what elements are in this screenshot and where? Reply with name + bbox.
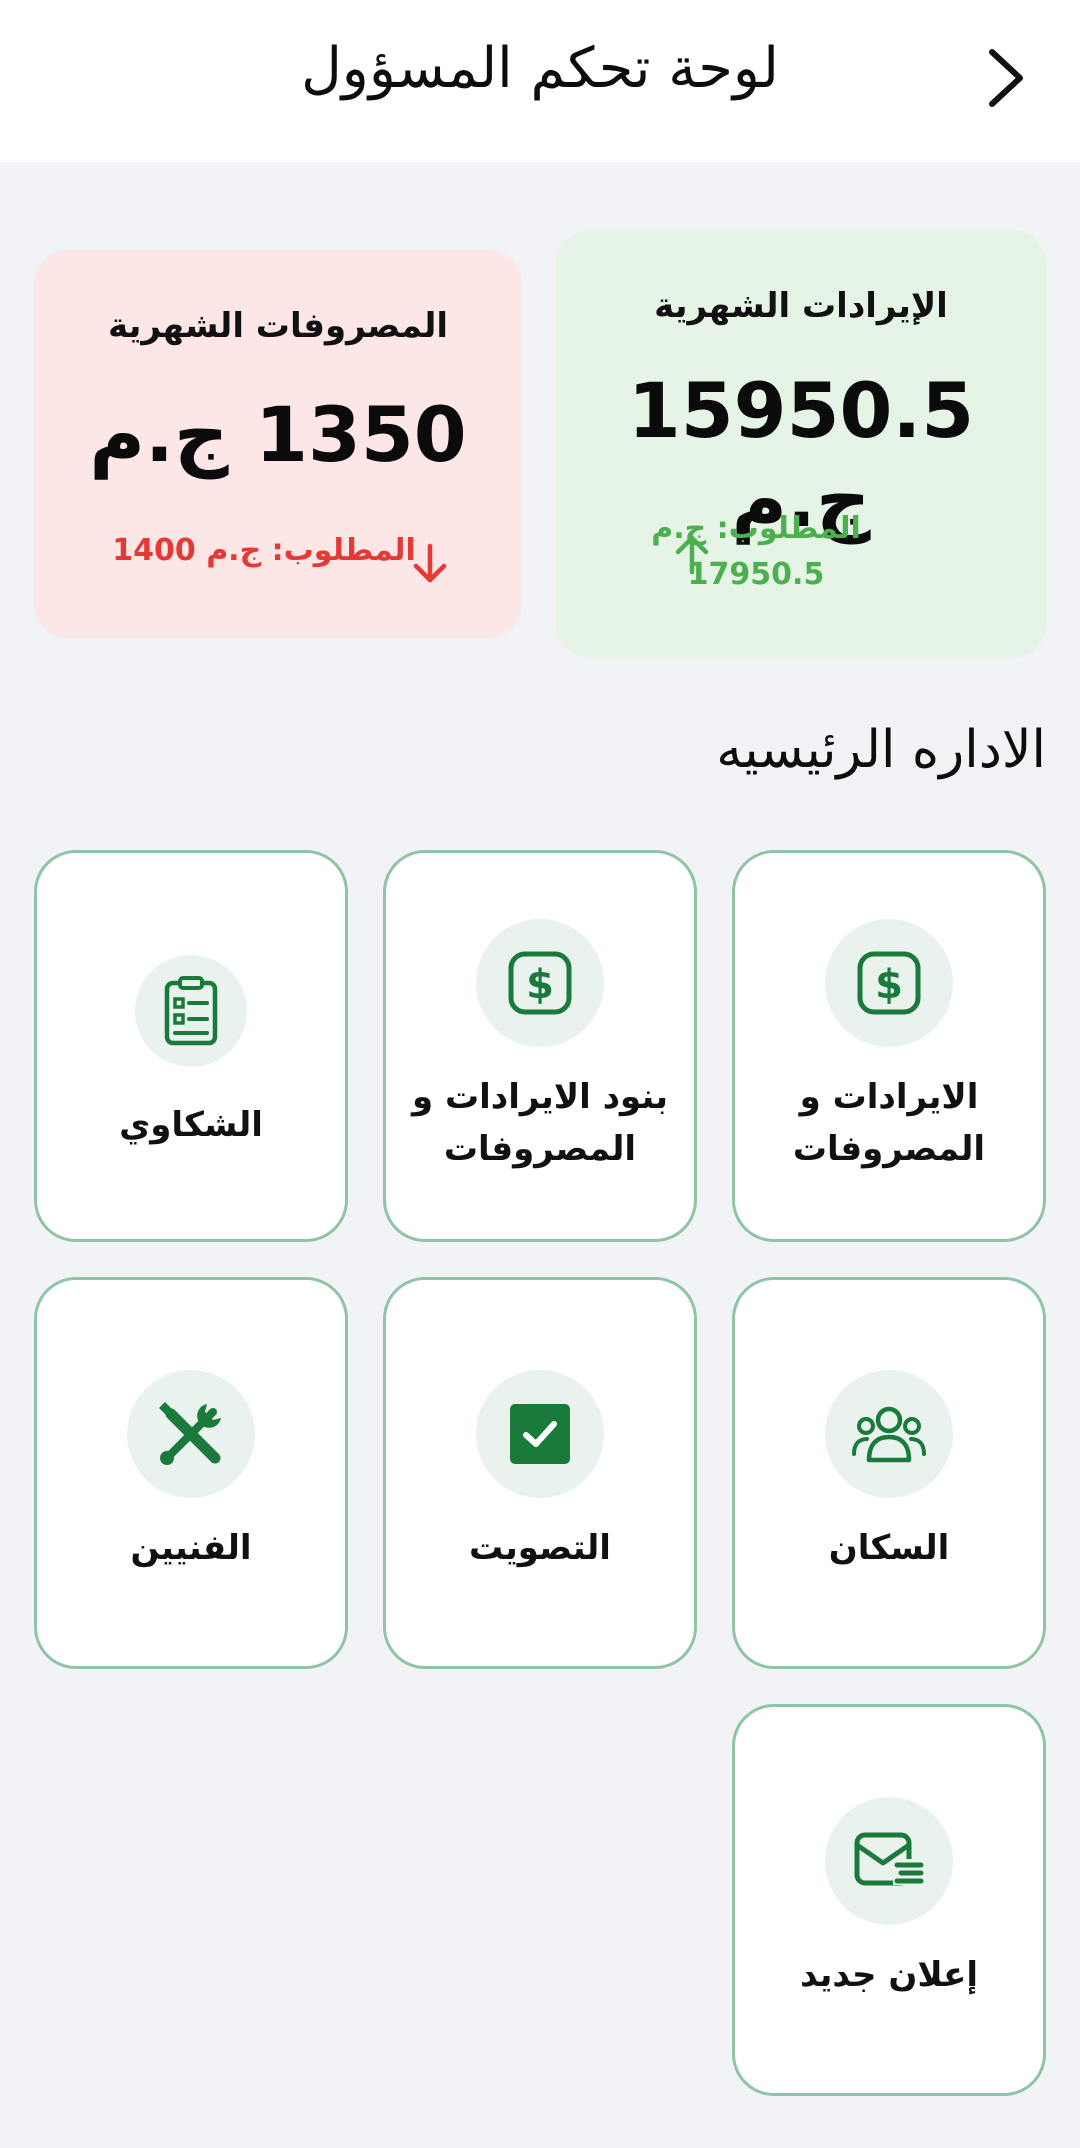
dollar-icon: $	[508, 951, 572, 1015]
tile-icon-background	[127, 1370, 255, 1498]
tile-label: بنود الايرادات و المصروفات	[411, 1077, 669, 1169]
dollar-icon: $	[857, 951, 921, 1015]
page-title: لوحة تحكم المسؤول	[301, 36, 779, 101]
tile-label: إعلان جديد	[799, 1955, 979, 1995]
tile-label: التصويت	[469, 1528, 611, 1568]
tile-label: الايرادات و المصروفات	[792, 1077, 986, 1169]
svg-text:$: $	[526, 962, 554, 1008]
tools-icon	[159, 1402, 221, 1465]
announcement-icon	[854, 1832, 924, 1886]
tile-icon-background: $	[476, 919, 604, 1047]
tile-icon-background	[825, 1370, 953, 1498]
expenses-label: المصروفات الشهرية	[107, 306, 449, 346]
monthly-expenses-card[interactable]: المصروفات الشهرية 1350 ج.م المطلوب: ج.م …	[34, 250, 522, 638]
tile-revenue-expense-items[interactable]: $ بنود الايرادات و المصروفات	[383, 850, 697, 1242]
expenses-required: المطلوب: ج.م 1400	[112, 533, 416, 568]
arrow-up-icon	[675, 535, 709, 575]
tile-icon-background	[825, 1797, 953, 1925]
tile-voting[interactable]: التصويت	[383, 1277, 697, 1669]
monthly-revenue-card[interactable]: الإيرادات الشهرية 15950.5 ج.م المطلوب: ج…	[556, 230, 1046, 658]
tile-new-announcement[interactable]: إعلان جديد	[732, 1704, 1046, 2096]
tile-residents[interactable]: السكان	[732, 1277, 1046, 1669]
app-header: لوحة تحكم المسؤول	[0, 0, 1080, 162]
admin-dashboard: لوحة تحكم المسؤول الإيرادات الشهرية 1595…	[0, 0, 1080, 2148]
tile-label: السكان	[828, 1528, 950, 1568]
revenue-label: الإيرادات الشهرية	[654, 286, 948, 326]
tile-complaints[interactable]: الشكاوي	[34, 850, 348, 1242]
tile-icon-background: $	[825, 919, 953, 1047]
arrow-down-icon	[413, 543, 447, 583]
section-title: الاداره الرئيسيه	[716, 720, 1046, 780]
svg-text:$: $	[875, 962, 903, 1008]
vote-check-icon	[510, 1404, 570, 1464]
tile-revenues-expenses[interactable]: $ الايرادات و المصروفات	[732, 850, 1046, 1242]
tile-icon-background	[476, 1370, 604, 1498]
residents-icon	[852, 1406, 926, 1463]
tile-icon-background	[135, 955, 247, 1067]
tile-technicians[interactable]: الفنيين	[34, 1277, 348, 1669]
expenses-amount: 1350 ج.م	[89, 390, 467, 479]
clipboard-icon	[164, 976, 218, 1046]
tile-label: الفنيين	[130, 1528, 252, 1568]
tile-label: الشكاوي	[119, 1105, 263, 1145]
